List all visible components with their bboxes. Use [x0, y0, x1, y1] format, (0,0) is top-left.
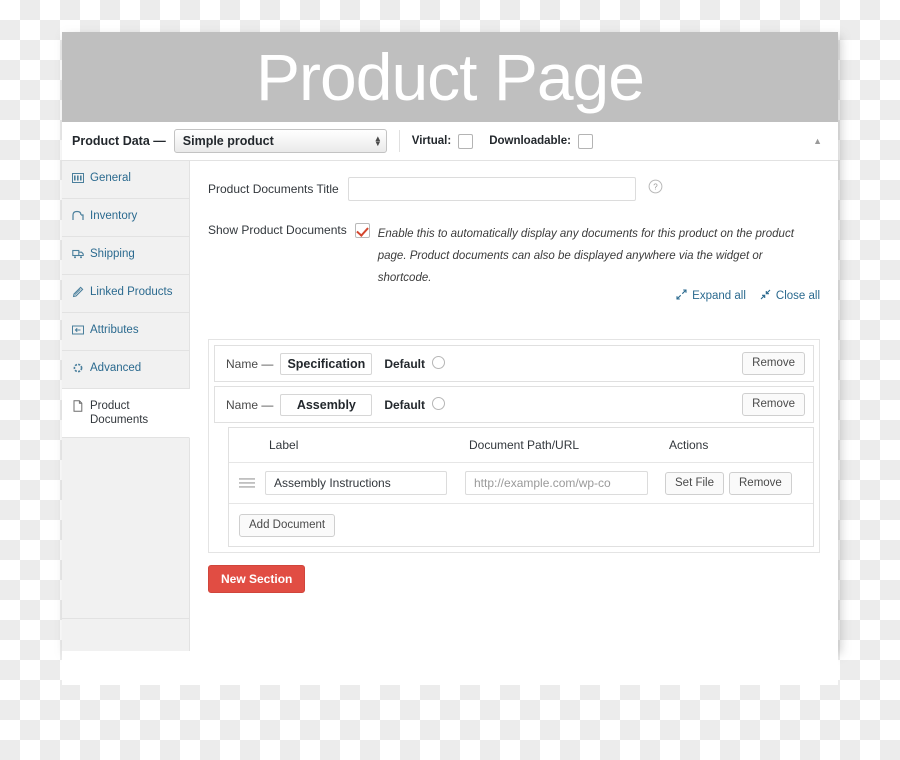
product-data-card: Product Page Product Data — Simple produ… — [62, 32, 838, 685]
svg-text:?: ? — [653, 183, 658, 192]
section-name-label: Name — — [226, 356, 274, 371]
sections-container: Name — Specification Default Remove Name… — [208, 339, 820, 553]
virtual-checkbox-group[interactable]: Virtual: — [411, 133, 474, 149]
section-default-label: Default — [384, 357, 426, 371]
chevron-updown-icon: ▲ ▼ — [373, 134, 382, 148]
documents-title-label: Product Documents Title — [208, 182, 339, 196]
attributes-icon — [72, 324, 84, 340]
sidebar-item-advanced[interactable]: Advanced — [62, 351, 189, 389]
show-documents-label: Show Product Documents — [208, 223, 347, 237]
expand-collapse-links: Expand all Close all — [676, 289, 820, 303]
product-data-sidebar: General Inventory Shipping Linked Produc… — [62, 161, 190, 651]
column-header-actions: Actions — [669, 438, 709, 452]
card-footer — [62, 651, 838, 685]
sidebar-item-label: General — [90, 172, 131, 184]
documents-title-row: Product Documents Title ? — [208, 177, 820, 201]
general-icon — [72, 172, 84, 188]
sidebar-item-label: Product Documents — [90, 400, 149, 426]
downloadable-checkbox-group[interactable]: Downloadable: — [489, 133, 593, 149]
section-header-specification[interactable]: Name — Specification Default Remove — [214, 345, 814, 382]
table-row: Assembly Instructions http://example.com… — [229, 463, 813, 504]
expand-all-link[interactable]: Expand all — [676, 289, 746, 303]
expand-arrows-icon — [676, 289, 687, 303]
document-icon — [72, 400, 84, 416]
sidebar-item-general[interactable]: General — [62, 161, 189, 199]
panel-body: General Inventory Shipping Linked Produc… — [62, 161, 838, 651]
section-default-label: Default — [384, 398, 426, 412]
collapse-arrows-icon — [760, 289, 771, 303]
section-header-assembly[interactable]: Name — Assembly Default Remove — [214, 386, 814, 423]
sidebar-item-inventory[interactable]: Inventory — [62, 199, 189, 237]
product-data-label: Product Data — — [72, 134, 166, 148]
section-name-input[interactable]: Assembly — [280, 393, 373, 416]
link-pencil-icon — [72, 286, 84, 302]
section-remove-button[interactable]: Remove — [742, 393, 805, 416]
document-path-cell: http://example.com/wp-co — [465, 471, 665, 495]
document-path-input[interactable]: http://example.com/wp-co — [465, 471, 648, 495]
show-documents-checkbox[interactable] — [354, 223, 370, 238]
virtual-checkbox[interactable] — [458, 133, 474, 149]
section-default-group[interactable]: Default — [384, 397, 446, 412]
downloadable-checkbox[interactable] — [577, 133, 593, 149]
gear-icon — [72, 362, 84, 378]
expand-all-label: Expand all — [692, 290, 746, 302]
column-header-path: Document Path/URL — [469, 438, 580, 452]
help-circle-icon[interactable]: ? — [648, 179, 663, 199]
sidebar-item-shipping[interactable]: Shipping — [62, 237, 189, 275]
product-type-value: Simple product — [182, 134, 274, 148]
section-default-group[interactable]: Default — [384, 356, 446, 371]
sidebar-item-product-documents[interactable]: Product Documents — [62, 389, 190, 438]
new-section-row: New Section — [208, 565, 820, 607]
column-header-label: Label — [269, 438, 299, 452]
documents-table: Label Document Path/URL Actions Assembly… — [228, 427, 814, 547]
new-section-button[interactable]: New Section — [208, 565, 306, 593]
inventory-icon — [72, 210, 84, 226]
product-data-bar: Product Data — Simple product ▲ ▼ Virtual… — [62, 122, 838, 161]
documents-table-footer: Add Document — [229, 504, 813, 546]
downloadable-label: Downloadable: — [489, 135, 571, 147]
sidebar-item-linked-products[interactable]: Linked Products — [62, 275, 189, 313]
add-document-button[interactable]: Add Document — [239, 513, 336, 537]
section-remove-button[interactable]: Remove — [742, 352, 805, 375]
divider — [398, 130, 400, 152]
documents-title-input[interactable] — [348, 177, 636, 201]
section-name-label: Name — — [226, 397, 274, 412]
sidebar-item-attributes[interactable]: Attributes — [62, 313, 189, 351]
page-title: Product Page — [256, 40, 645, 114]
sidebar-item-label: Linked Products — [90, 286, 173, 298]
document-remove-button[interactable]: Remove — [729, 471, 792, 495]
section-default-radio[interactable] — [432, 356, 446, 369]
drag-handle-icon[interactable] — [229, 477, 265, 489]
show-documents-description: Enable this to automatically display any… — [377, 228, 794, 284]
show-documents-row: Show Product Documents Enable this to au… — [208, 223, 820, 289]
product-type-select[interactable]: Simple product ▲ ▼ — [173, 129, 387, 153]
set-file-button[interactable]: Set File — [665, 471, 724, 495]
section-default-radio[interactable] — [432, 397, 446, 410]
document-label-cell: Assembly Instructions — [265, 471, 465, 495]
section-name-input[interactable]: Specification — [280, 352, 373, 375]
sidebar-item-label: Inventory — [90, 210, 138, 222]
virtual-label: Virtual: — [411, 135, 452, 147]
sidebar-filler — [62, 438, 189, 619]
document-label-input[interactable]: Assembly Instructions — [265, 471, 447, 495]
shipping-truck-icon — [72, 248, 84, 264]
sidebar-item-label: Advanced — [90, 362, 142, 374]
documents-table-header: Label Document Path/URL Actions — [229, 428, 813, 463]
page-banner: Product Page — [62, 32, 838, 122]
sidebar-item-label: Attributes — [90, 324, 139, 336]
document-actions-cell: Set File Remove — [665, 471, 813, 495]
close-all-label: Close all — [775, 290, 820, 302]
triangle-up-icon[interactable]: ▲ — [813, 136, 826, 146]
sidebar-item-label: Shipping — [90, 248, 135, 260]
product-documents-panel: Product Documents Title ? Show Product D… — [190, 161, 838, 651]
close-all-link[interactable]: Close all — [760, 289, 820, 303]
